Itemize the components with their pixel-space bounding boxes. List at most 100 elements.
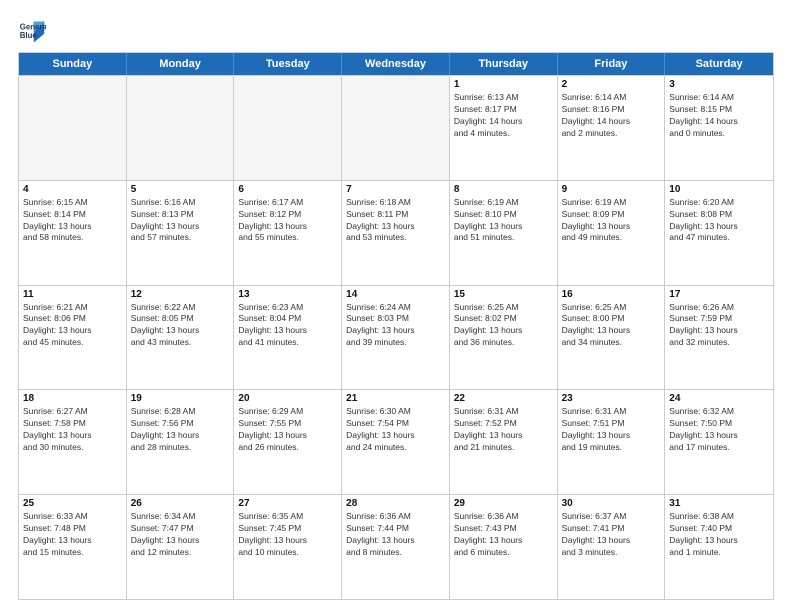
day-number: 9	[562, 184, 661, 195]
day-cell-4: 4Sunrise: 6:15 AM Sunset: 8:14 PM Daylig…	[19, 181, 127, 285]
day-cell-13: 13Sunrise: 6:23 AM Sunset: 8:04 PM Dayli…	[234, 286, 342, 390]
day-cell-5: 5 Sunrise: 6:16 AM Sunset: 8:13 PM Daylig…	[127, 181, 235, 285]
day-number: 7	[346, 184, 445, 195]
day-info: Sunrise: 6:30 AM Sunset: 7:54 PM Dayligh…	[346, 406, 445, 454]
svg-text:Blue: Blue	[20, 31, 38, 40]
day-number: 11	[23, 289, 122, 300]
day-number: 21	[346, 393, 445, 404]
header-day-monday: Monday	[127, 53, 235, 75]
day-info: Sunrise: 6:31 AM Sunset: 7:51 PM Dayligh…	[562, 406, 661, 454]
day-info: Sunrise: 6:14 AM Sunset: 8:16 PM Dayligh…	[562, 92, 661, 140]
day-info: Sunrise: 6:24 AM Sunset: 8:03 PM Dayligh…	[346, 302, 445, 350]
day-info: Sunrise: 6:25 AM Sunset: 8:00 PM Dayligh…	[562, 302, 661, 350]
day-info: Sunrise: 6:14 AM Sunset: 8:15 PM Dayligh…	[669, 92, 769, 140]
day-number: 10	[669, 184, 769, 195]
day-info: Sunrise: 6:29 AM Sunset: 7:55 PM Dayligh…	[238, 406, 337, 454]
day-cell-26: 26Sunrise: 6:34 AM Sunset: 7:47 PM Dayli…	[127, 495, 235, 599]
svg-text:General: General	[20, 22, 46, 31]
empty-cell	[234, 76, 342, 180]
day-info: Sunrise: 6:33 AM Sunset: 7:48 PM Dayligh…	[23, 511, 122, 559]
day-cell-20: 20Sunrise: 6:29 AM Sunset: 7:55 PM Dayli…	[234, 390, 342, 494]
week-row-5: 25 Sunrise: 6:33 AM Sunset: 7:48 PM Dayli…	[19, 494, 773, 599]
week-row-1: 1 Sunrise: 6:13 AM Sunset: 8:17 PM Daylig…	[19, 75, 773, 180]
day-cell-27: 27 Sunrise: 6:35 AM Sunset: 7:45 PM Dayli…	[234, 495, 342, 599]
day-cell-14: 14 Sunrise: 6:24 AM Sunset: 8:03 PM Dayli…	[342, 286, 450, 390]
day-number: 6	[238, 184, 337, 195]
day-info: Sunrise: 6:17 AM Sunset: 8:12 PM Dayligh…	[238, 197, 337, 245]
week-row-4: 18 Sunrise: 6:27 AM Sunset: 7:58 PM Dayli…	[19, 389, 773, 494]
day-info: Sunrise: 6:20 AM Sunset: 8:08 PM Dayligh…	[669, 197, 769, 245]
day-number: 16	[562, 289, 661, 300]
day-cell-17: 17Sunrise: 6:26 AM Sunset: 7:59 PM Dayli…	[665, 286, 773, 390]
day-info: Sunrise: 6:37 AM Sunset: 7:41 PM Dayligh…	[562, 511, 661, 559]
day-number: 25	[23, 498, 122, 509]
day-number: 27	[238, 498, 337, 509]
day-cell-28: 28 Sunrise: 6:36 AM Sunset: 7:44 PM Dayli…	[342, 495, 450, 599]
day-number: 3	[669, 79, 769, 90]
day-number: 2	[562, 79, 661, 90]
day-cell-18: 18 Sunrise: 6:27 AM Sunset: 7:58 PM Dayli…	[19, 390, 127, 494]
calendar-header: SundayMondayTuesdayWednesdayThursdayFrid…	[19, 53, 773, 75]
day-info: Sunrise: 6:35 AM Sunset: 7:45 PM Dayligh…	[238, 511, 337, 559]
day-number: 23	[562, 393, 661, 404]
day-cell-19: 19Sunrise: 6:28 AM Sunset: 7:56 PM Dayli…	[127, 390, 235, 494]
header-day-wednesday: Wednesday	[342, 53, 450, 75]
day-number: 1	[454, 79, 553, 90]
header: General Blue	[18, 18, 774, 46]
day-cell-21: 21 Sunrise: 6:30 AM Sunset: 7:54 PM Dayli…	[342, 390, 450, 494]
empty-cell	[342, 76, 450, 180]
header-day-saturday: Saturday	[665, 53, 773, 75]
day-number: 24	[669, 393, 769, 404]
day-info: Sunrise: 6:19 AM Sunset: 8:09 PM Dayligh…	[562, 197, 661, 245]
day-info: Sunrise: 6:19 AM Sunset: 8:10 PM Dayligh…	[454, 197, 553, 245]
day-info: Sunrise: 6:36 AM Sunset: 7:44 PM Dayligh…	[346, 511, 445, 559]
day-number: 13	[238, 289, 337, 300]
empty-cell	[127, 76, 235, 180]
day-cell-25: 25 Sunrise: 6:33 AM Sunset: 7:48 PM Dayli…	[19, 495, 127, 599]
day-info: Sunrise: 6:13 AM Sunset: 8:17 PM Dayligh…	[454, 92, 553, 140]
day-info: Sunrise: 6:34 AM Sunset: 7:47 PM Dayligh…	[131, 511, 230, 559]
day-info: Sunrise: 6:21 AM Sunset: 8:06 PM Dayligh…	[23, 302, 122, 350]
day-info: Sunrise: 6:25 AM Sunset: 8:02 PM Dayligh…	[454, 302, 553, 350]
empty-cell	[19, 76, 127, 180]
day-number: 29	[454, 498, 553, 509]
day-cell-1: 1 Sunrise: 6:13 AM Sunset: 8:17 PM Daylig…	[450, 76, 558, 180]
day-cell-16: 16 Sunrise: 6:25 AM Sunset: 8:00 PM Dayli…	[558, 286, 666, 390]
day-info: Sunrise: 6:38 AM Sunset: 7:40 PM Dayligh…	[669, 511, 769, 559]
header-day-thursday: Thursday	[450, 53, 558, 75]
week-row-2: 4Sunrise: 6:15 AM Sunset: 8:14 PM Daylig…	[19, 180, 773, 285]
day-cell-24: 24 Sunrise: 6:32 AM Sunset: 7:50 PM Dayli…	[665, 390, 773, 494]
day-number: 8	[454, 184, 553, 195]
logo-icon: General Blue	[18, 18, 46, 46]
day-number: 28	[346, 498, 445, 509]
day-cell-6: 6 Sunrise: 6:17 AM Sunset: 8:12 PM Daylig…	[234, 181, 342, 285]
day-cell-9: 9 Sunrise: 6:19 AM Sunset: 8:09 PM Daylig…	[558, 181, 666, 285]
day-cell-11: 11 Sunrise: 6:21 AM Sunset: 8:06 PM Dayli…	[19, 286, 127, 390]
day-number: 17	[669, 289, 769, 300]
day-info: Sunrise: 6:27 AM Sunset: 7:58 PM Dayligh…	[23, 406, 122, 454]
day-number: 5	[131, 184, 230, 195]
day-number: 15	[454, 289, 553, 300]
day-number: 22	[454, 393, 553, 404]
day-number: 12	[131, 289, 230, 300]
day-info: Sunrise: 6:28 AM Sunset: 7:56 PM Dayligh…	[131, 406, 230, 454]
page: General Blue SundayMondayTuesdayWednesda…	[0, 0, 792, 612]
day-info: Sunrise: 6:36 AM Sunset: 7:43 PM Dayligh…	[454, 511, 553, 559]
header-day-friday: Friday	[558, 53, 666, 75]
day-cell-7: 7 Sunrise: 6:18 AM Sunset: 8:11 PM Daylig…	[342, 181, 450, 285]
day-number: 31	[669, 498, 769, 509]
day-cell-22: 22Sunrise: 6:31 AM Sunset: 7:52 PM Dayli…	[450, 390, 558, 494]
day-info: Sunrise: 6:18 AM Sunset: 8:11 PM Dayligh…	[346, 197, 445, 245]
calendar-body: 1 Sunrise: 6:13 AM Sunset: 8:17 PM Daylig…	[19, 75, 773, 599]
logo: General Blue	[18, 18, 46, 46]
day-number: 18	[23, 393, 122, 404]
day-number: 14	[346, 289, 445, 300]
day-info: Sunrise: 6:16 AM Sunset: 8:13 PM Dayligh…	[131, 197, 230, 245]
day-number: 30	[562, 498, 661, 509]
day-cell-2: 2 Sunrise: 6:14 AM Sunset: 8:16 PM Daylig…	[558, 76, 666, 180]
day-info: Sunrise: 6:22 AM Sunset: 8:05 PM Dayligh…	[131, 302, 230, 350]
day-info: Sunrise: 6:32 AM Sunset: 7:50 PM Dayligh…	[669, 406, 769, 454]
header-day-sunday: Sunday	[19, 53, 127, 75]
day-number: 4	[23, 184, 122, 195]
week-row-3: 11 Sunrise: 6:21 AM Sunset: 8:06 PM Dayli…	[19, 285, 773, 390]
